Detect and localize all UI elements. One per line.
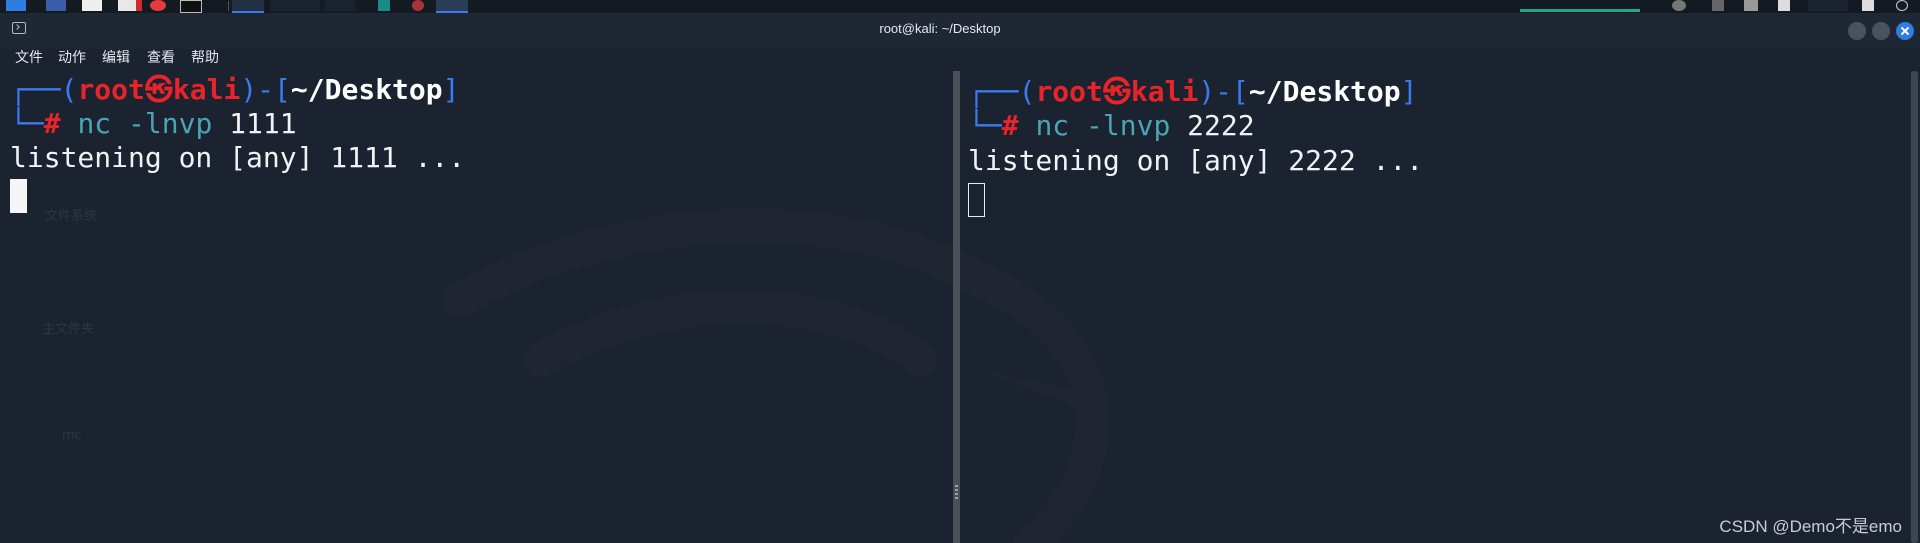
prompt-dir: ~/Desktop <box>290 73 443 106</box>
window-titlebar[interactable]: root@kali: ~/Desktop <box>0 13 1920 49</box>
prompt-line-2: └─# nc -lnvp 1111 <box>10 107 297 140</box>
workspace-1-icon[interactable] <box>232 0 264 13</box>
minimize-button[interactable] <box>1848 22 1866 40</box>
task-app-teal-icon[interactable] <box>378 0 390 11</box>
blank-window-icon[interactable] <box>82 0 102 11</box>
command-port: 2222 <box>1187 109 1255 142</box>
command-args: -lnvp <box>128 107 213 140</box>
cpu-graph-icon <box>1520 9 1640 12</box>
prompt-symbol: # <box>43 107 61 140</box>
command-name: nc <box>77 107 112 140</box>
prompt-line-1: ┌──(root㉿kali)-[~/Desktop] <box>968 75 1418 108</box>
maximize-button[interactable] <box>1872 22 1890 40</box>
prompt-host: kali <box>172 73 241 106</box>
clock-icon <box>1808 0 1848 11</box>
menu-action[interactable]: 动作 <box>58 49 86 67</box>
taskbar-separator <box>228 1 229 11</box>
scrollbar-thumb[interactable] <box>1911 71 1918 543</box>
menu-edit[interactable]: 编辑 <box>102 49 130 67</box>
terminal-pane-left[interactable]: ┌──(root㉿kali)-[~/Desktop] └─# nc -lnvp … <box>0 71 953 543</box>
terminal-cursor <box>968 183 985 217</box>
pane-divider[interactable] <box>953 71 960 543</box>
prompt-separator: ㉿ <box>1102 75 1131 108</box>
menu-file[interactable]: 文件 <box>15 49 43 67</box>
output-line: listening on [any] 1111 ... <box>10 141 466 174</box>
menu-help[interactable]: 帮助 <box>191 49 219 67</box>
lock-screen-icon[interactable] <box>1862 0 1874 11</box>
task-terminal-active-icon[interactable] <box>436 0 468 13</box>
kali-menu-icon[interactable] <box>6 0 26 11</box>
divider-handle[interactable] <box>955 485 958 499</box>
prompt-symbol: # <box>1001 109 1019 142</box>
scrollbar[interactable] <box>1910 71 1920 543</box>
volume-mute-icon[interactable] <box>1712 0 1724 11</box>
terminal-launcher-icon[interactable] <box>180 0 202 13</box>
tray-app-icon[interactable] <box>1672 0 1686 11</box>
menu-view[interactable]: 查看 <box>147 49 175 67</box>
menu-bar: 文件 动作 编辑 查看 帮助 <box>0 49 1920 71</box>
output-line: listening on [any] 2222 ... <box>968 144 1424 177</box>
workspace-2-icon[interactable] <box>270 0 320 11</box>
prompt-dir: ~/Desktop <box>1248 75 1401 108</box>
command-args: -lnvp <box>1086 109 1171 142</box>
terminal-pane-right[interactable]: ┌──(root㉿kali)-[~/Desktop] └─# nc -lnvp … <box>960 71 1910 543</box>
window-title: root@kali: ~/Desktop <box>879 21 1001 36</box>
command-port: 1111 <box>229 107 297 140</box>
prompt-user: root <box>1035 75 1103 108</box>
close-button[interactable] <box>1896 22 1914 40</box>
network-icon[interactable] <box>1744 0 1758 11</box>
command-name: nc <box>1035 109 1070 142</box>
csdn-watermark: CSDN @Demo不是emo <box>1719 517 1902 536</box>
file-manager-icon[interactable] <box>46 0 66 11</box>
power-icon[interactable] <box>1896 0 1908 11</box>
prompt-line-1: ┌──(root㉿kali)-[~/Desktop] <box>10 73 460 106</box>
prompt-line-2: └─# nc -lnvp 2222 <box>968 109 1255 142</box>
prompt-host: kali <box>1130 75 1199 108</box>
workspace-3-icon[interactable] <box>325 0 355 11</box>
editor-icon[interactable] <box>118 0 142 11</box>
terminal-cursor <box>10 179 27 213</box>
battery-icon[interactable] <box>1778 0 1790 11</box>
prompt-separator: ㉿ <box>144 73 173 106</box>
task-app-red-icon[interactable] <box>412 0 424 11</box>
taskbar <box>0 0 1920 14</box>
prompt-user: root <box>77 73 145 106</box>
browser-icon[interactable] <box>150 0 166 11</box>
